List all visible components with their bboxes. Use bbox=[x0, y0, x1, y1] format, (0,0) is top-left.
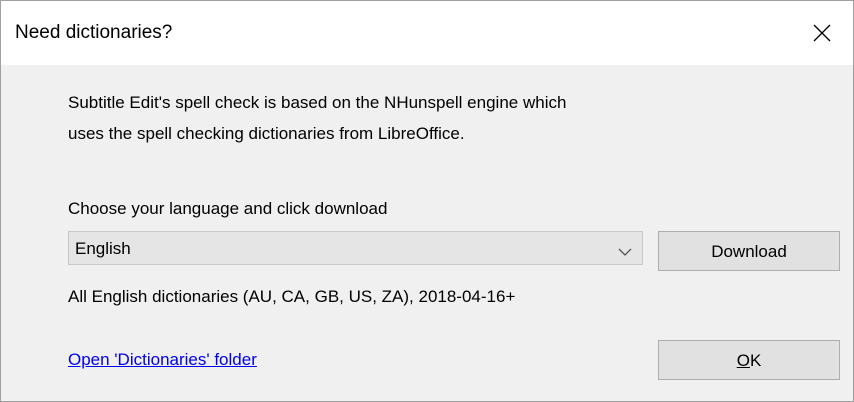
description-line-1: Subtitle Edit's spell check is based on … bbox=[68, 93, 567, 112]
dictionary-info-text: All English dictionaries (AU, CA, GB, US… bbox=[68, 287, 516, 306]
dialog-window: Need dictionaries? Subtitle Edit's spell… bbox=[0, 0, 854, 402]
description-text: Subtitle Edit's spell check is based on … bbox=[68, 87, 708, 149]
dialog-content: Subtitle Edit's spell check is based on … bbox=[1, 65, 853, 401]
ok-button-label-rest: K bbox=[749, 351, 762, 370]
description-line-2: uses the spell checking dictionaries fro… bbox=[68, 124, 465, 143]
window-title: Need dictionaries? bbox=[15, 22, 173, 43]
close-button[interactable] bbox=[791, 1, 853, 65]
ok-button-accelerator: O bbox=[736, 351, 750, 370]
open-dictionaries-folder-link[interactable]: Open 'Dictionaries' folder bbox=[68, 349, 257, 371]
title-bar: Need dictionaries? bbox=[1, 1, 853, 65]
language-dropdown[interactable]: English bbox=[68, 231, 643, 265]
chevron-down-icon bbox=[618, 244, 632, 256]
ok-button[interactable]: OK bbox=[658, 340, 840, 380]
download-button[interactable]: Download bbox=[658, 231, 840, 271]
language-label: Choose your language and click download bbox=[68, 199, 388, 218]
language-dropdown-value: English bbox=[75, 239, 131, 258]
close-icon bbox=[813, 24, 831, 42]
